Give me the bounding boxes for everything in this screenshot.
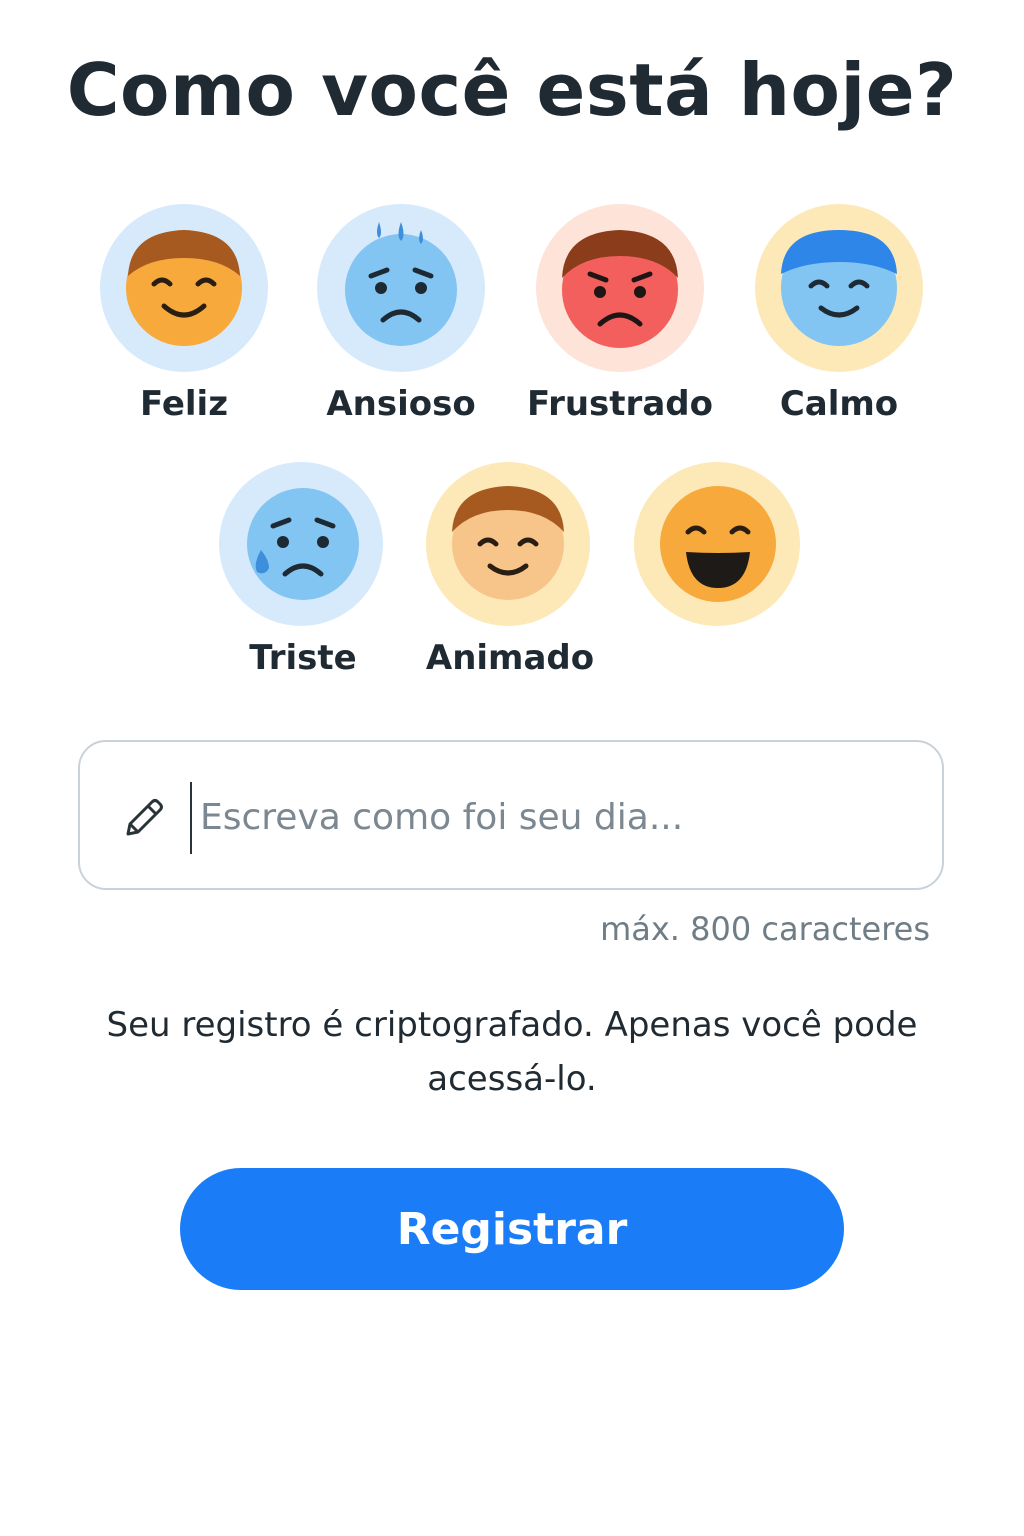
mood-option-calmo[interactable]: Calmo (729, 204, 949, 444)
mood-option-triste[interactable]: Triste (193, 462, 413, 702)
frustrated-face-icon (562, 230, 678, 348)
sad-face-icon (247, 488, 359, 600)
grinning-face-icon (660, 486, 776, 602)
calm-face-icon (781, 230, 897, 346)
anxious-face-icon (345, 222, 457, 346)
mood-option-feliz[interactable]: Feliz (74, 204, 294, 444)
journal-field[interactable] (78, 740, 944, 890)
page-title: Como você está hoje? (66, 48, 958, 132)
text-caret (190, 782, 192, 854)
mood-label: Frustrado (527, 384, 713, 424)
excited-face-icon (452, 486, 564, 600)
mood-option-frustrado[interactable]: Frustrado (510, 204, 730, 444)
mood-option-ansioso[interactable]: Ansioso (291, 204, 511, 444)
character-limit-hint: máx. 800 caracteres (600, 910, 930, 948)
mood-label: Ansioso (326, 384, 476, 424)
pencil-icon (126, 799, 163, 836)
journal-input[interactable] (200, 790, 900, 850)
mood-label: Animado (425, 638, 595, 678)
register-button[interactable]: Registrar (180, 1168, 844, 1290)
privacy-notice: Seu registro é criptografado. Apenas voc… (106, 1005, 918, 1099)
mood-label: Feliz (139, 384, 228, 424)
mood-label: Calmo (779, 384, 899, 424)
happy-face-icon (126, 230, 242, 346)
mood-option-grinning[interactable] (608, 462, 828, 702)
mood-label: Triste (249, 638, 357, 678)
mood-option-animado[interactable]: Animado (400, 462, 620, 702)
